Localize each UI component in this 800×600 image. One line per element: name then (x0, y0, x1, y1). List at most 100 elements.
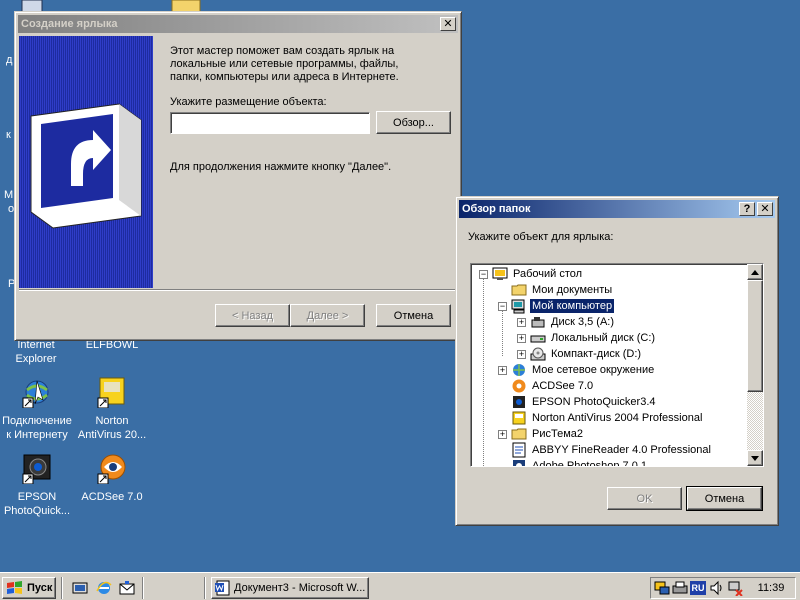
clock[interactable]: 11:39 (750, 582, 792, 594)
norton-icon (97, 377, 125, 408)
tree-item[interactable]: + Мое сетевое окружение (498, 362, 656, 378)
desktop-icon-acdsee[interactable]: ACDSee 7.0 (74, 452, 150, 504)
tree-item-label: ABBYY FineReader 4.0 Professional (532, 444, 711, 456)
desktop-label-acdsee: ACDSee 7.0 (81, 491, 143, 503)
help-icon[interactable]: ? (739, 202, 755, 216)
tree-item[interactable]: − Мой компьютер (498, 298, 615, 314)
acdsee-icon (512, 379, 526, 393)
ok-button[interactable]: OK (607, 487, 682, 510)
arrow-up-icon (751, 269, 759, 275)
desktop-icon (492, 267, 508, 280)
tree-scrollbar[interactable] (747, 264, 763, 466)
location-input[interactable] (170, 112, 370, 134)
expand-icon[interactable]: + (517, 317, 526, 327)
taskbar-divider (142, 577, 144, 599)
photoshop-icon (513, 460, 525, 466)
abbyy-icon (512, 442, 526, 458)
browse-button[interactable]: Обзор... (376, 111, 451, 134)
start-label: Пуск (27, 582, 53, 594)
tree-item[interactable]: ABBYY FineReader 4.0 Professional (498, 442, 713, 458)
word-document-icon (215, 580, 230, 596)
folder-icon (511, 284, 527, 296)
folder-icon (511, 428, 527, 440)
close-icon[interactable]: ✕ (440, 17, 456, 31)
tree-item[interactable]: − Рабочий стол (479, 266, 584, 282)
tree-item-label: Adobe Photoshop 7.0.1 (532, 460, 647, 467)
next-button[interactable]: Далее > (290, 304, 365, 327)
show-desktop-icon[interactable] (72, 580, 88, 596)
wizard-side-image (19, 36, 153, 288)
shortcut-arrow-icon (30, 103, 142, 229)
browse-folders-dialog: Обзор папок ? ✕ Укажите объект для ярлык… (455, 196, 779, 526)
scroll-up-button[interactable] (747, 264, 763, 280)
tree-item-label: Диск 3,5 (A:) (551, 316, 615, 328)
network-icon (513, 364, 525, 376)
taskbar-divider (204, 577, 206, 599)
language-indicator[interactable]: RU (690, 581, 706, 595)
acdsee-icon (97, 454, 126, 484)
cancel-button[interactable]: Отмена (376, 304, 451, 327)
desktop-icon-connect-internet[interactable]: Подключение к Интернету (0, 376, 74, 442)
internet-connection-icon (22, 380, 49, 408)
tree-item-label: Компакт-диск (D:) (551, 348, 642, 360)
expand-icon[interactable]: + (517, 349, 526, 359)
collapse-icon[interactable]: − (479, 269, 488, 279)
printer-tray-icon[interactable] (672, 580, 688, 596)
tree-item[interactable]: EPSON PhotoQuicker3.4 (498, 394, 658, 410)
tree-item[interactable]: Adobe Photoshop 7.0.1 (498, 458, 649, 467)
tree-item[interactable]: + Диск 3,5 (A:) (517, 314, 616, 330)
close-icon[interactable]: ✕ (757, 202, 773, 216)
taskbar: Пуск Документ3 - Microsoft W... RU 11:39 (0, 572, 800, 600)
desktop-label-internet-explorer[interactable]: Internet Explorer (6, 338, 66, 366)
harddisk-icon (530, 335, 546, 343)
tree-item-label: Мое сетевое окружение (532, 364, 655, 376)
desktop-label-norton: Norton AntiVirus 20... (77, 415, 147, 441)
taskbar-divider (61, 577, 63, 599)
continue-hint: Для продолжения нажмите кнопку "Далее". (170, 161, 392, 173)
tree-item-label: РисТема2 (532, 428, 583, 440)
tree-item[interactable]: + Компакт-диск (D:) (517, 346, 643, 362)
computer-icon (511, 299, 525, 314)
tree-item[interactable]: + РисТема2 (498, 426, 585, 442)
tree-item[interactable]: ACDSee 7.0 (498, 378, 595, 394)
start-button[interactable]: Пуск (2, 577, 56, 599)
tree-item[interactable]: Мои документы (498, 282, 614, 298)
tree-item-label: Norton AntiVirus 2004 Professional (532, 412, 703, 424)
desktop-label-connect: Подключение к Интернету (2, 415, 72, 441)
browse-titlebar[interactable]: Обзор папок ? ✕ (459, 200, 775, 218)
partial-label: д (6, 54, 13, 66)
back-button[interactable]: < Назад (215, 304, 290, 327)
cdrom-icon (530, 347, 546, 361)
network-tray-icon[interactable] (654, 580, 670, 596)
tree-item-label: Локальный диск (C:) (551, 332, 656, 344)
desktop-icon-norton[interactable]: Norton AntiVirus 20... (74, 376, 150, 442)
epson-icon (22, 454, 51, 484)
folder-tree[interactable]: − Рабочий стол Мои документы − Мой компьютер… (470, 263, 764, 467)
tree-rows: − Рабочий стол Мои документы − Мой компьютер… (471, 264, 749, 466)
cancel-button[interactable]: Отмена (686, 486, 763, 511)
task-button-word[interactable]: Документ3 - Microsoft W... (211, 577, 369, 599)
epson-icon (513, 396, 525, 408)
outlook-express-icon[interactable] (119, 580, 135, 596)
scroll-down-button[interactable] (747, 450, 763, 466)
desktop-icon-epson[interactable]: EPSON PhotoQuick... (0, 452, 74, 518)
wizard-description: Этот мастер поможет вам создать ярлык на… (170, 45, 399, 83)
collapse-icon[interactable]: − (498, 301, 507, 311)
norton-icon (512, 411, 526, 425)
volume-icon[interactable] (709, 580, 725, 596)
tree-item[interactable]: Norton AntiVirus 2004 Professional (498, 410, 704, 426)
tree-item[interactable]: + Локальный диск (C:) (517, 330, 657, 346)
task-label: Документ3 - Microsoft W... (234, 582, 366, 594)
expand-icon[interactable]: + (498, 429, 507, 439)
expand-icon[interactable]: + (498, 365, 507, 375)
expand-icon[interactable]: + (517, 333, 526, 343)
browse-title: Обзор папок (462, 203, 531, 215)
wizard-separator (19, 289, 457, 291)
partial-label: к (6, 129, 11, 141)
internet-explorer-icon[interactable] (96, 580, 112, 596)
windows-logo-icon (7, 581, 22, 594)
scroll-thumb[interactable] (747, 280, 763, 392)
wizard-titlebar[interactable]: Создание ярлыка ✕ (18, 15, 458, 33)
disconnected-network-icon[interactable] (727, 580, 743, 596)
desktop-label-epson: EPSON PhotoQuick... (3, 491, 71, 517)
